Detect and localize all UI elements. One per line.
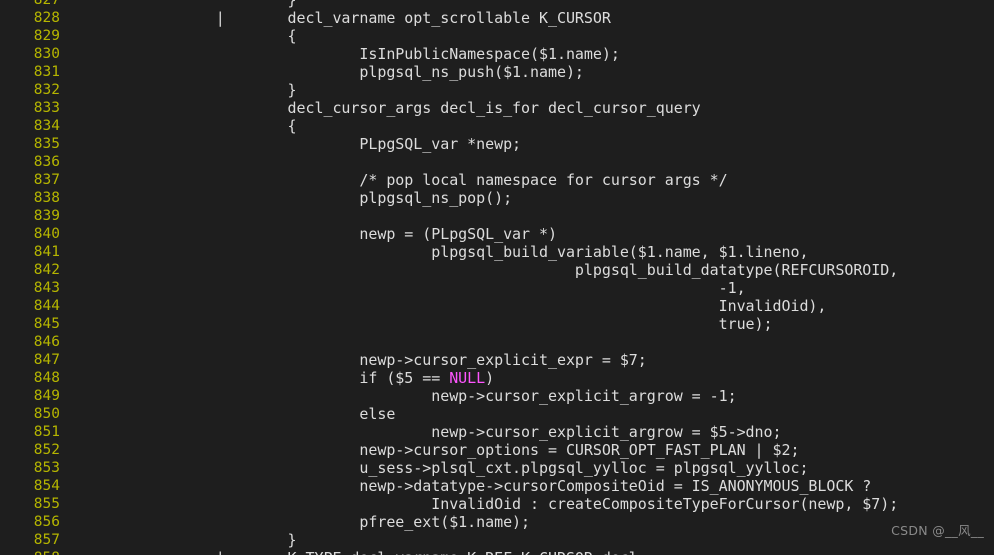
code-text-segment: ) (485, 369, 495, 387)
code-line[interactable]: 856 pfree_ext($1.name); (0, 513, 994, 531)
code-line[interactable]: 839 (0, 207, 994, 225)
code-line[interactable]: 827 } (0, 0, 994, 9)
code-text: u_sess->plsql_cxt.plpgsql_yylloc = plpgs… (72, 459, 809, 477)
line-number: 848 (33, 370, 60, 386)
line-number: 850 (33, 406, 60, 422)
code-line[interactable]: 838 plpgsql_ns_pop(); (0, 189, 994, 207)
line-number: 830 (33, 46, 60, 62)
code-text: } (72, 0, 297, 9)
line-number: 833 (33, 100, 60, 116)
code-line[interactable]: 851 newp->cursor_explicit_argrow = $5->d… (0, 423, 994, 441)
code-line[interactable]: 830 IsInPublicNamespace($1.name); (0, 45, 994, 63)
code-line[interactable]: 846 (0, 333, 994, 351)
code-text: newp->cursor_options = CURSOR_OPT_FAST_P… (72, 441, 800, 459)
line-number: 843 (33, 280, 60, 296)
line-number: 839 (33, 208, 60, 224)
code-line[interactable]: 855 InvalidOid : createCompositeTypeForC… (0, 495, 994, 513)
line-number: 857 (33, 532, 60, 548)
line-number: 828 (33, 10, 60, 26)
line-number: 829 (33, 28, 60, 44)
code-line[interactable]: 858 | K_TYPE decl_varname K_REF K_CURSOR… (0, 549, 994, 555)
code-text: InvalidOid), (72, 297, 827, 315)
code-text: newp = (PLpgSQL_var *) (72, 225, 557, 243)
code-line[interactable]: 832 } (0, 81, 994, 99)
code-line[interactable]: 849 newp->cursor_explicit_argrow = -1; (0, 387, 994, 405)
code-line[interactable]: 837 /* pop local namespace for cursor ar… (0, 171, 994, 189)
code-text: if ($5 == NULL) (60, 369, 494, 387)
line-number: 847 (33, 352, 60, 368)
code-text: plpgsql_build_variable($1.name, $1.linen… (72, 243, 809, 261)
code-text: newp->cursor_explicit_expr = $7; (72, 351, 647, 369)
code-text: { (72, 27, 297, 45)
code-line[interactable]: 843 -1, (0, 279, 994, 297)
line-number: 851 (33, 424, 60, 440)
code-line[interactable]: 852 newp->cursor_options = CURSOR_OPT_FA… (0, 441, 994, 459)
code-line[interactable]: 840 newp = (PLpgSQL_var *) (0, 225, 994, 243)
code-text: } (72, 531, 297, 549)
line-number: 840 (33, 226, 60, 242)
code-text: else (72, 405, 396, 423)
code-line[interactable]: 834 { (0, 117, 994, 135)
line-number: 846 (33, 334, 60, 350)
line-number: 842 (33, 262, 60, 278)
code-text: /* pop local namespace for cursor args *… (72, 171, 728, 189)
line-number: 841 (33, 244, 60, 260)
line-number: 836 (33, 154, 60, 170)
line-number: 853 (33, 460, 60, 476)
code-line[interactable]: 847 newp->cursor_explicit_expr = $7; (0, 351, 994, 369)
csdn-watermark: CSDN @__风__ (891, 523, 984, 538)
code-line[interactable]: 845 true); (0, 315, 994, 333)
code-text: true); (72, 315, 773, 333)
code-text: } (72, 81, 297, 99)
code-text: PLpgSQL_var *newp; (72, 135, 522, 153)
code-text: newp->datatype->cursorCompositeOid = IS_… (72, 477, 872, 495)
code-line[interactable]: 854 newp->datatype->cursorCompositeOid =… (0, 477, 994, 495)
code-text: plpgsql_ns_pop(); (72, 189, 513, 207)
code-line[interactable]: 842 plpgsql_build_datatype(REFCURSOROID, (0, 261, 994, 279)
line-number: 856 (33, 514, 60, 530)
line-number: 858 (0, 549, 60, 555)
code-text: | decl_varname opt_scrollable K_CURSOR (72, 9, 611, 27)
line-number: 849 (33, 388, 60, 404)
line-number: 831 (33, 64, 60, 80)
code-text: pfree_ext($1.name); (72, 513, 531, 531)
line-number: 844 (33, 298, 60, 314)
line-number: 855 (33, 496, 60, 512)
line-number: 838 (33, 190, 60, 206)
code-text: | K_TYPE decl_varname K_REF K_CURSOR dec… (60, 549, 647, 555)
code-line[interactable]: 848 if ($5 == NULL) (0, 369, 994, 387)
code-line[interactable]: 853 u_sess->plsql_cxt.plpgsql_yylloc = p… (0, 459, 994, 477)
line-number: 832 (33, 82, 60, 98)
code-editor-viewport[interactable]: 827 } 828 | decl_varname opt_scrollable K… (0, 0, 994, 555)
code-text: InvalidOid : createCompositeTypeForCurso… (72, 495, 899, 513)
code-text: plpgsql_ns_push($1.name); (72, 63, 584, 81)
keyword-token: NULL (449, 369, 486, 387)
code-line[interactable]: 833 decl_cursor_args decl_is_for decl_cu… (0, 99, 994, 117)
code-text: { (72, 117, 297, 135)
code-text: newp->cursor_explicit_argrow = $5->dno; (72, 423, 782, 441)
code-line[interactable]: 836 (0, 153, 994, 171)
code-line[interactable]: 857 } (0, 531, 994, 549)
code-text: newp->cursor_explicit_argrow = -1; (72, 387, 737, 405)
code-text: IsInPublicNamespace($1.name); (72, 45, 620, 63)
code-line[interactable]: 829 { (0, 27, 994, 45)
line-number: 837 (33, 172, 60, 188)
code-text: decl_cursor_args decl_is_for decl_cursor… (72, 99, 701, 117)
line-number: 834 (33, 118, 60, 134)
line-number: 854 (33, 478, 60, 494)
code-text-segment: if ($5 == (72, 369, 450, 387)
code-text: -1, (72, 279, 746, 297)
code-line-list: 827 } 828 | decl_varname opt_scrollable K… (0, 0, 994, 555)
code-text: plpgsql_build_datatype(REFCURSOROID, (72, 261, 899, 279)
line-number: 852 (33, 442, 60, 458)
code-line[interactable]: 844 InvalidOid), (0, 297, 994, 315)
line-number: 827 (33, 0, 60, 8)
code-line[interactable]: 828 | decl_varname opt_scrollable K_CURS… (0, 9, 994, 27)
code-line[interactable]: 841 plpgsql_build_variable($1.name, $1.l… (0, 243, 994, 261)
code-line[interactable]: 850 else (0, 405, 994, 423)
code-line[interactable]: 835 PLpgSQL_var *newp; (0, 135, 994, 153)
line-number: 845 (33, 316, 60, 332)
line-number: 835 (33, 136, 60, 152)
code-line[interactable]: 831 plpgsql_ns_push($1.name); (0, 63, 994, 81)
